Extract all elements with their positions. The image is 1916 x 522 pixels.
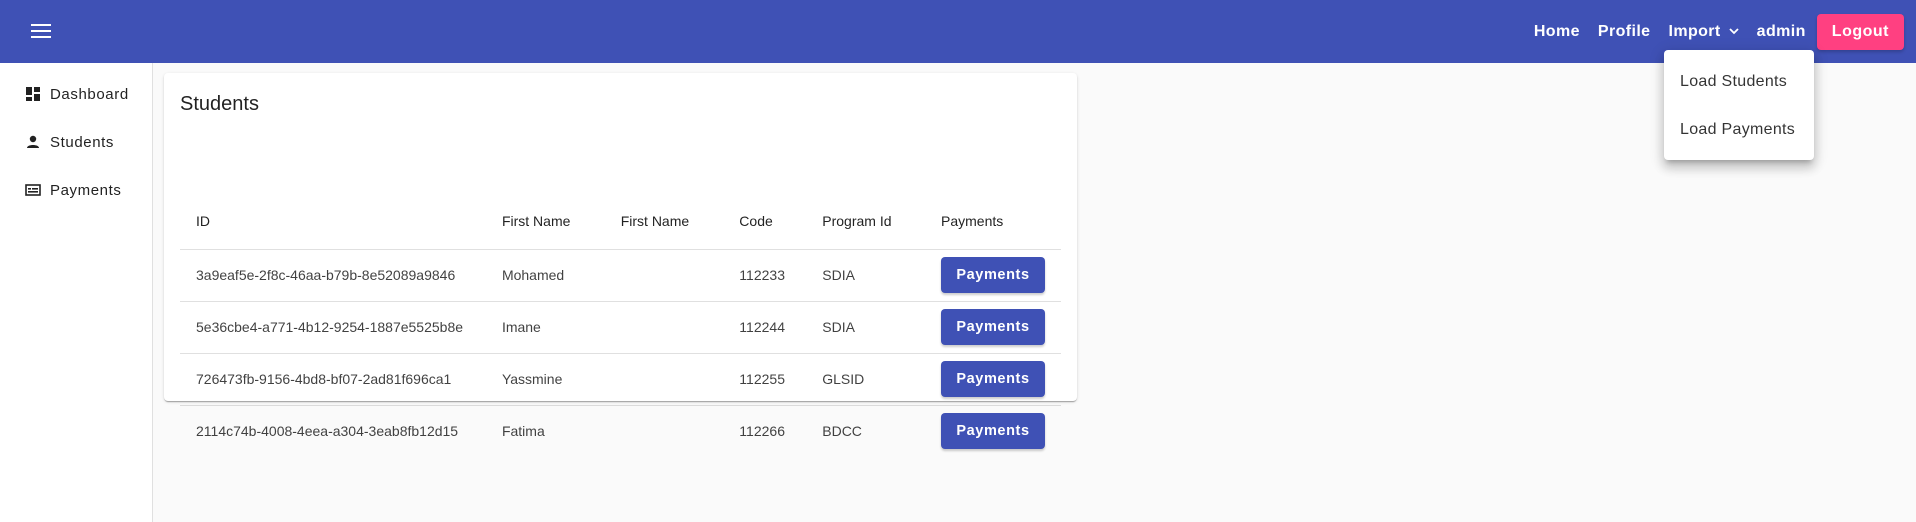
cell-program-id: SDIA (806, 301, 925, 354)
sidebar-item-label: Payments (50, 181, 122, 199)
cell-code: 112255 (723, 353, 807, 406)
logout-button[interactable]: Logout (1816, 13, 1904, 50)
top-toolbar: Home Profile Import admin Logout (0, 0, 1916, 63)
cell-program-id: BDCC (822, 423, 862, 440)
cell-last-name (604, 249, 724, 302)
import-dropdown-menu: Load Students Load Payments (1664, 50, 1814, 160)
sidebar-item-dashboard[interactable]: Dashboard (25, 79, 129, 109)
cell-id: 726473fb-9156-4bd8-bf07-2ad81f696ca1 (180, 353, 486, 406)
sidebar-item-students[interactable]: Students (25, 127, 114, 157)
payments-button[interactable]: Payments (941, 257, 1045, 293)
dashboard-icon (25, 86, 41, 102)
sidebar-item-label: Students (50, 133, 115, 151)
cell-payments: Payments (925, 301, 1061, 354)
cell-code: 112233 (723, 249, 807, 302)
column-header-code: Code (723, 193, 807, 250)
table-row: 5e36cbe4-a771-4b12-9254-1887e5525b8e Ima… (180, 301, 1061, 354)
cell-payments: Payments (925, 405, 1061, 457)
menu-item-load-students[interactable]: Load Students (1664, 58, 1814, 106)
table-header-row: ID First Name First Name Code Program Id… (180, 193, 1061, 250)
column-header-program-id: Program Id (806, 193, 925, 250)
sidebar-item-label: Dashboard (50, 85, 129, 103)
cell-first-name: Imane (485, 301, 605, 354)
cell-code: 112244 (723, 301, 807, 354)
column-header-id: ID (180, 193, 486, 250)
table-row: 726473fb-9156-4bd8-bf07-2ad81f696ca1 Yas… (180, 353, 1061, 406)
nav-import-menu[interactable]: Import (1659, 13, 1747, 50)
nav-profile-link[interactable]: Profile (1589, 13, 1660, 50)
students-table: ID First Name First Name Code Program Id… (180, 193, 1061, 457)
nav-user-link[interactable]: admin (1748, 13, 1815, 50)
students-card: Students ID First Name First Name Code P… (164, 73, 1077, 450)
chevron-down-icon (1729, 28, 1739, 35)
cell-last-name (605, 405, 724, 457)
cell-program-id: GLSID (806, 353, 925, 406)
page-title: Students (180, 93, 259, 115)
cell-first-name: Fatima (501, 423, 545, 440)
cell-payments: Payments (925, 353, 1061, 406)
column-header-payments: Payments (925, 193, 1061, 250)
column-header-first-name: First Name (485, 193, 605, 250)
sidebar-item-payments[interactable]: Payments (25, 175, 122, 205)
cell-program-id: SDIA (806, 249, 925, 302)
hamburger-menu-icon[interactable] (22, 12, 60, 50)
cell-id: 5e36cbe4-a771-4b12-9254-1887e5525b8e (180, 301, 486, 354)
payments-button[interactable]: Payments (941, 361, 1045, 397)
cell-code: 112266 (739, 423, 785, 440)
table-row: 2114c74b-4008-4eea-a304-3eab8fb12d15 Fat… (180, 405, 1061, 457)
person-icon (25, 134, 41, 150)
sidebar: Dashboard Students Payments (0, 63, 153, 522)
menu-item-load-payments[interactable]: Load Payments (1664, 106, 1814, 154)
cell-payments: Payments (925, 249, 1061, 302)
cell-last-name (604, 301, 724, 354)
nav-home-link[interactable]: Home (1525, 13, 1589, 50)
payments-icon (25, 182, 41, 198)
cell-id: 2114c74b-4008-4eea-a304-3eab8fb12d15 (196, 423, 459, 440)
cell-last-name (604, 353, 724, 406)
header-nav: Home Profile Import admin Logout (1525, 13, 1904, 50)
payments-button[interactable]: Payments (941, 413, 1045, 450)
cell-first-name: Mohamed (485, 249, 605, 302)
column-header-last-name: First Name (604, 193, 724, 250)
nav-import-label: Import (1668, 22, 1721, 40)
cell-first-name: Yassmine (485, 353, 605, 406)
payments-button[interactable]: Payments (941, 309, 1045, 345)
cell-id: 3a9eaf5e-2f8c-46aa-b79b-8e52089a9846 (180, 249, 486, 302)
table-row: 3a9eaf5e-2f8c-46aa-b79b-8e52089a9846 Moh… (180, 249, 1061, 302)
